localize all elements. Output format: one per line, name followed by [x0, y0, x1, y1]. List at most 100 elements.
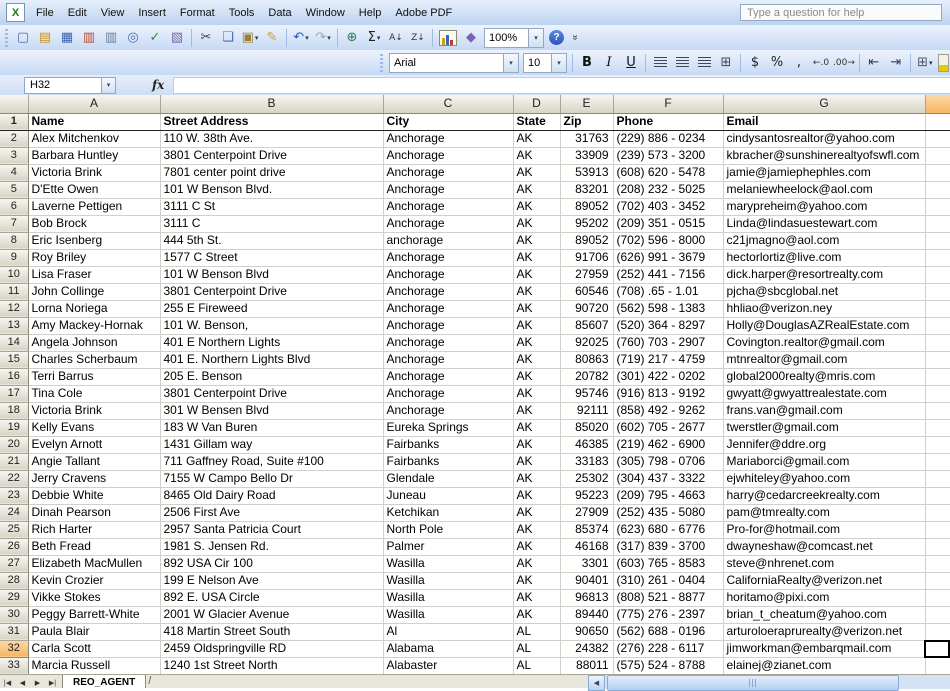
cell-A28[interactable]: Kevin Crozier	[28, 572, 160, 589]
cell-E10[interactable]: 27959	[560, 266, 613, 283]
cell-A27[interactable]: Elizabeth MacMullen	[28, 555, 160, 572]
cell-F14[interactable]: (760) 703 - 2907	[613, 334, 723, 351]
cell-D4[interactable]: AK	[513, 164, 560, 181]
cell-A5[interactable]: D'Ette Owen	[28, 181, 160, 198]
cell-E2[interactable]: 31763	[560, 130, 613, 147]
row-header-9[interactable]: 9	[0, 249, 28, 266]
row-header-28[interactable]: 28	[0, 572, 28, 589]
column-header-H[interactable]	[925, 95, 950, 113]
scroll-left-icon[interactable]: ◀	[588, 675, 605, 691]
cell-B27[interactable]: 892 USA Cir 100	[160, 555, 383, 572]
cell-B11[interactable]: 3801 Centerpoint Drive	[160, 283, 383, 300]
cell-G10[interactable]: dick.harper@resortrealty.com	[723, 266, 925, 283]
column-header-C[interactable]: C	[383, 95, 513, 113]
cell-D23[interactable]: AK	[513, 487, 560, 504]
cell-A32[interactable]: Carla Scott	[28, 640, 160, 657]
currency-icon[interactable]: $	[745, 53, 765, 73]
cell-H13[interactable]	[925, 317, 950, 334]
redo-icon-dropdown-icon[interactable]: ▾	[327, 34, 331, 42]
underline-icon[interactable]: U	[621, 53, 641, 73]
zoom-level-select[interactable]: 100%▾	[484, 28, 544, 48]
row-header-31[interactable]: 31	[0, 623, 28, 640]
spelling-icon[interactable]: ✓	[145, 28, 165, 48]
cell-H21[interactable]	[925, 453, 950, 470]
cell-D3[interactable]: AK	[513, 147, 560, 164]
cell-E6[interactable]: 89052	[560, 198, 613, 215]
row-header-5[interactable]: 5	[0, 181, 28, 198]
align-right-icon[interactable]	[694, 53, 714, 73]
cell-C11[interactable]: Anchorage	[383, 283, 513, 300]
cell-F21[interactable]: (305) 798 - 0706	[613, 453, 723, 470]
row-header-6[interactable]: 6	[0, 198, 28, 215]
row-header-8[interactable]: 8	[0, 232, 28, 249]
cell-H30[interactable]	[925, 606, 950, 623]
cell-E24[interactable]: 27909	[560, 504, 613, 521]
cell-A23[interactable]: Debbie White	[28, 487, 160, 504]
cell-E18[interactable]: 92111	[560, 402, 613, 419]
cell-D11[interactable]: AK	[513, 283, 560, 300]
cell-A33[interactable]: Marcia Russell	[28, 657, 160, 674]
row-header-13[interactable]: 13	[0, 317, 28, 334]
cell-E29[interactable]: 96813	[560, 589, 613, 606]
cell-H27[interactable]	[925, 555, 950, 572]
cell-C1[interactable]: City	[383, 113, 513, 130]
toolbar-options-icon[interactable]: »	[570, 32, 581, 44]
menu-help[interactable]: Help	[352, 3, 389, 23]
cell-E12[interactable]: 90720	[560, 300, 613, 317]
cell-F4[interactable]: (608) 620 - 5478	[613, 164, 723, 181]
cell-C22[interactable]: Glendale	[383, 470, 513, 487]
cell-C25[interactable]: North Pole	[383, 521, 513, 538]
cell-F27[interactable]: (603) 765 - 8583	[613, 555, 723, 572]
cell-D28[interactable]: AK	[513, 572, 560, 589]
cell-B2[interactable]: 110 W. 38th Ave.	[160, 130, 383, 147]
cell-A25[interactable]: Rich Harter	[28, 521, 160, 538]
cell-C4[interactable]: Anchorage	[383, 164, 513, 181]
cell-F8[interactable]: (702) 596 - 8000	[613, 232, 723, 249]
cell-F19[interactable]: (602) 705 - 2677	[613, 419, 723, 436]
font-size-select-dropdown-icon[interactable]: ▾	[551, 54, 566, 72]
cell-A6[interactable]: Laverne Pettigen	[28, 198, 160, 215]
cell-H15[interactable]	[925, 351, 950, 368]
excel-app-icon[interactable]: X	[6, 3, 25, 22]
cell-B30[interactable]: 2001 W Glacier Avenue	[160, 606, 383, 623]
borders-icon-dropdown-icon[interactable]: ▾	[929, 59, 933, 67]
cell-B9[interactable]: 1577 C Street	[160, 249, 383, 266]
cell-C12[interactable]: Anchorage	[383, 300, 513, 317]
cell-A18[interactable]: Victoria Brink	[28, 402, 160, 419]
fill-color-icon[interactable]	[938, 54, 949, 72]
save-icon[interactable]: ▦	[57, 28, 77, 48]
cell-A3[interactable]: Barbara Huntley	[28, 147, 160, 164]
cell-E1[interactable]: Zip	[560, 113, 613, 130]
cell-E15[interactable]: 80863	[560, 351, 613, 368]
cell-C27[interactable]: Wasilla	[383, 555, 513, 572]
cell-H26[interactable]	[925, 538, 950, 555]
cell-D17[interactable]: AK	[513, 385, 560, 402]
cell-D22[interactable]: AK	[513, 470, 560, 487]
cell-D14[interactable]: AK	[513, 334, 560, 351]
print-icon[interactable]: ▥	[101, 28, 121, 48]
percent-icon[interactable]: %	[767, 53, 787, 73]
name-box[interactable]: H32	[24, 77, 102, 94]
cell-F3[interactable]: (239) 573 - 3200	[613, 147, 723, 164]
cell-F25[interactable]: (623) 680 - 6776	[613, 521, 723, 538]
cell-C2[interactable]: Anchorage	[383, 130, 513, 147]
formula-bar-input[interactable]	[173, 77, 950, 94]
insert-hyperlink-icon[interactable]: ⊕	[342, 28, 362, 48]
cell-G15[interactable]: mtnrealtor@gmail.com	[723, 351, 925, 368]
cell-E23[interactable]: 95223	[560, 487, 613, 504]
cell-E5[interactable]: 83201	[560, 181, 613, 198]
cell-G31[interactable]: arturoloeraprurealty@verizon.net	[723, 623, 925, 640]
cell-F1[interactable]: Phone	[613, 113, 723, 130]
cell-E20[interactable]: 46385	[560, 436, 613, 453]
cell-G8[interactable]: c21jmagno@aol.com	[723, 232, 925, 249]
cell-H12[interactable]	[925, 300, 950, 317]
cell-H24[interactable]	[925, 504, 950, 521]
row-header-32[interactable]: 32	[0, 640, 28, 657]
cell-E28[interactable]: 90401	[560, 572, 613, 589]
cell-C14[interactable]: Anchorage	[383, 334, 513, 351]
cell-D25[interactable]: AK	[513, 521, 560, 538]
paste-icon-dropdown-icon[interactable]: ▾	[255, 34, 259, 42]
cell-B16[interactable]: 205 E. Benson	[160, 368, 383, 385]
decrease-decimal-icon[interactable]: .00→	[833, 53, 855, 73]
cell-E19[interactable]: 85020	[560, 419, 613, 436]
